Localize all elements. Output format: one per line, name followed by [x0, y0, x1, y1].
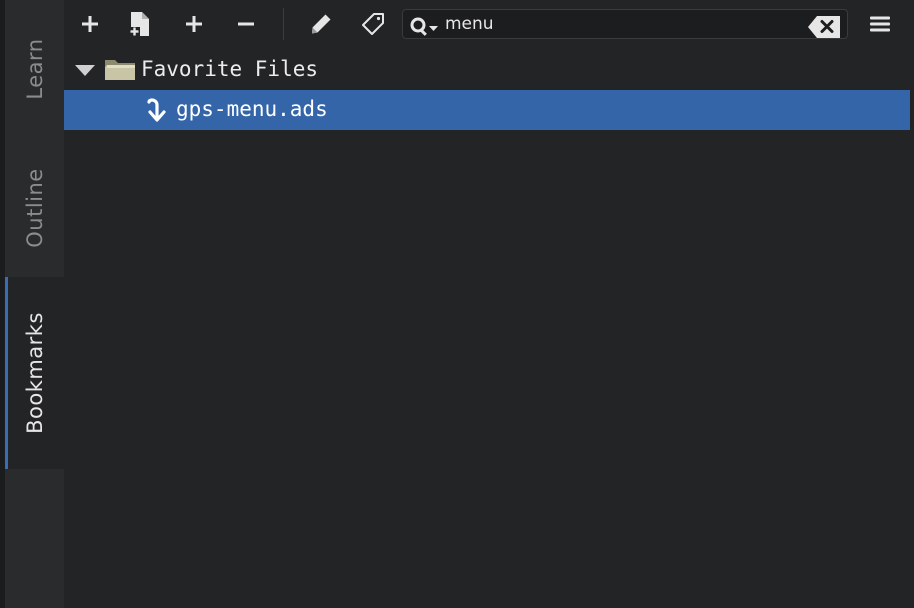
tab-bookmarks[interactable]: Bookmarks: [5, 277, 64, 469]
bookmarks-toolbar: [64, 0, 914, 48]
bookmarks-window: Learn Outline Bookmarks menu Favorite Fi…: [0, 0, 914, 608]
collapse-button[interactable]: [228, 6, 264, 42]
toolbar-separator: [283, 8, 284, 40]
tree-folder-label: Favorite Files: [141, 57, 319, 81]
expander-down-icon[interactable]: [74, 64, 96, 77]
tab-learn-label: Learn: [22, 38, 47, 100]
bookmarks-tree: Favorite Files gps-menu.ads: [64, 50, 914, 130]
tree-item-label: gps-menu.ads: [176, 97, 328, 121]
tab-outline[interactable]: Outline: [5, 140, 64, 276]
bookmark-jump-icon: [147, 98, 166, 122]
edit-bookmark-button[interactable]: [303, 6, 339, 42]
options-menu-button[interactable]: [862, 6, 898, 42]
side-tab-strip: Learn Outline Bookmarks: [0, 0, 64, 608]
plus-icon: [186, 16, 202, 32]
add-bookmark-button[interactable]: [72, 6, 108, 42]
tab-learn[interactable]: Learn: [5, 0, 64, 138]
expand-button[interactable]: [176, 6, 212, 42]
tag-icon: [362, 13, 384, 35]
folder-icon: [105, 60, 135, 80]
clear-icon[interactable]: [807, 15, 841, 39]
new-bookmark-file-button[interactable]: [122, 6, 158, 42]
tree-row-favorite-files[interactable]: Favorite Files: [64, 50, 914, 90]
tree-row-gps-menu-ads[interactable]: gps-menu.ads: [64, 90, 910, 130]
hamburger-menu-icon: [870, 16, 890, 32]
search-icon[interactable]: [409, 15, 445, 39]
search-input[interactable]: [445, 12, 805, 36]
tag-button[interactable]: [355, 6, 391, 42]
plus-icon: [82, 16, 98, 32]
pencil-icon: [312, 14, 331, 34]
tab-bookmarks-label: Bookmarks: [22, 312, 47, 434]
bookmark-filter-field: [402, 9, 848, 39]
new-file-icon: [129, 12, 149, 36]
minus-icon: [238, 22, 254, 26]
tab-outline-label: Outline: [22, 168, 47, 248]
